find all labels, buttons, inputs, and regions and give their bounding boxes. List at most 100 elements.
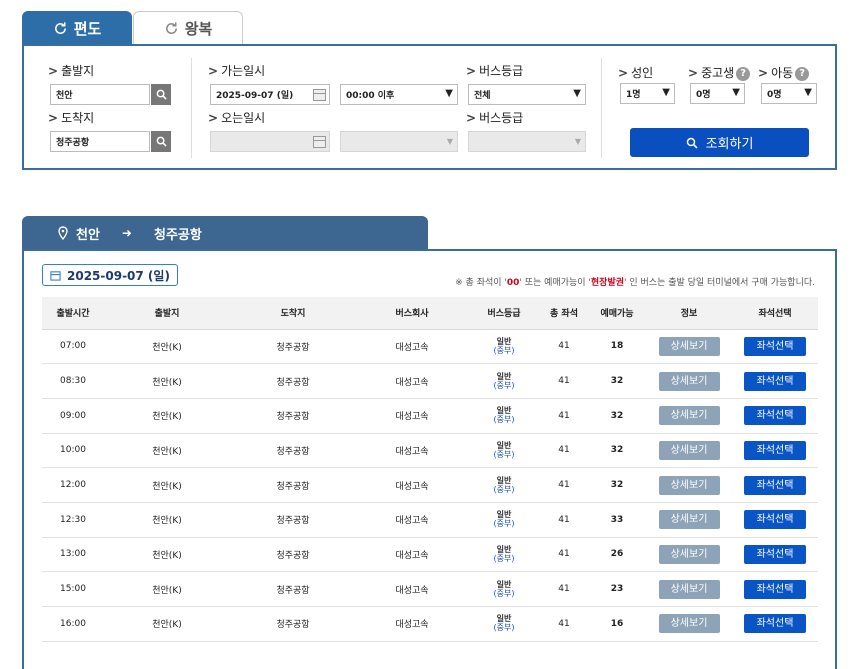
total-seats: 41: [540, 502, 588, 538]
detail-button[interactable]: 상세보기: [658, 544, 720, 564]
tab-oneway-label: 편도: [73, 19, 102, 38]
detail-button[interactable]: 상세보기: [658, 371, 720, 391]
seat-cell: 좌석선택: [732, 433, 818, 469]
depart-search-button[interactable]: [151, 84, 171, 105]
detail-button[interactable]: 상세보기: [658, 440, 720, 460]
departure-time: 12:00: [42, 467, 104, 503]
chevron-down-icon: ▼: [732, 87, 740, 98]
calendar-icon[interactable]: [313, 89, 326, 101]
chevron-down-icon: ▼: [662, 87, 670, 98]
select-seat-button[interactable]: 좌석선택: [744, 336, 806, 356]
tab-roundtrip-label: 왕복: [184, 20, 213, 38]
info-cell: 상세보기: [646, 398, 732, 434]
chevron-down-icon: ▼: [445, 88, 453, 99]
select-seat-button[interactable]: 좌석선택: [744, 371, 806, 391]
departure-time: 16:00: [42, 606, 104, 642]
search-icon: [686, 137, 698, 149]
total-seats: 41: [540, 398, 588, 434]
departure-time: 12:30: [42, 502, 104, 538]
arrive-search-button[interactable]: [151, 131, 171, 152]
detail-button[interactable]: 상세보기: [658, 579, 720, 599]
bus-company: 대성고속: [356, 363, 468, 399]
depart-label: > 출발지: [48, 64, 95, 78]
departure-terminal: 천안(K): [104, 467, 230, 503]
available-seats: 23: [588, 571, 646, 607]
seat-cell: 좌석선택: [732, 398, 818, 434]
select-seat-button[interactable]: 좌석선택: [744, 510, 806, 530]
column-header: 예매가능: [588, 297, 646, 330]
table-row: 09:00 천안(K) 청주공항 대성고속 일반 (중부) 41 32 상세보기 좌석선택: [42, 398, 818, 434]
youth-label: > 중고생?: [688, 64, 751, 81]
column-header: 좌석선택: [732, 297, 818, 330]
grade-top: 일반: [496, 579, 512, 589]
grade-top: 일반: [496, 544, 512, 554]
arrive-input[interactable]: 청주공항: [50, 131, 150, 152]
youth-value: 0명: [696, 90, 711, 100]
bus-grade-select[interactable]: 전체 ▼: [468, 84, 586, 105]
detail-button[interactable]: 상세보기: [658, 475, 720, 495]
grade-bottom: (중부): [493, 588, 515, 598]
search-submit-label: 조회하기: [705, 137, 754, 152]
help-icon[interactable]: ?: [795, 66, 810, 81]
adult-value: 1명: [626, 90, 641, 100]
bus-company: 대성고속: [356, 502, 468, 538]
select-seat-button[interactable]: 좌석선택: [744, 614, 806, 634]
select-seat-button[interactable]: 좌석선택: [744, 579, 806, 599]
tab-roundtrip[interactable]: 왕복: [133, 11, 243, 45]
detail-button[interactable]: 상세보기: [658, 406, 720, 426]
bus-grade: 일반 (중부): [468, 537, 540, 573]
go-time-select[interactable]: 00:00 이후 ▼: [340, 84, 458, 105]
departure-terminal: 천안(K): [104, 363, 230, 399]
bus-grade: 일반 (중부): [468, 329, 540, 365]
table-row: 07:00 천안(K) 청주공항 대성고속 일반 (중부) 41 18 상세보기 좌석선택: [42, 329, 818, 365]
go-date-label: > 가는일시: [208, 64, 266, 78]
route-from: 천안: [76, 227, 100, 243]
child-select[interactable]: 0명 ▼: [761, 83, 817, 104]
schedule-table: 출발시간 출발지 도착지 버스회사 버스등급 총 좌석 예매가능 정보 좌석선택 07:00 천안…: [42, 297, 818, 642]
info-cell: 상세보기: [646, 363, 732, 399]
divider: [601, 58, 602, 158]
calendar-icon: [50, 270, 61, 281]
available-seats: 32: [588, 398, 646, 434]
tab-oneway[interactable]: 편도: [22, 11, 132, 45]
departure-terminal: 천안(K): [104, 571, 230, 607]
bus-grade: 일반 (중부): [468, 467, 540, 503]
chevron-down-icon: ▼: [804, 87, 812, 98]
select-seat-button[interactable]: 좌석선택: [744, 440, 806, 460]
arrival-terminal: 청주공항: [230, 363, 356, 399]
search-panel: > 출발지 천안 > 도착지 청주공항 > 가는일시 2025-09-07 (일) 0…: [22, 44, 837, 170]
select-seat-button[interactable]: 좌석선택: [744, 406, 806, 426]
arrival-terminal: 청주공항: [230, 606, 356, 642]
result-date-value: 2025-09-07 (일): [67, 268, 170, 283]
column-header: 정보: [646, 297, 732, 330]
column-header: 출발지: [104, 297, 230, 330]
grade-top: 일반: [496, 371, 512, 381]
search-submit-button[interactable]: 조회하기: [630, 128, 809, 157]
departure-time: 09:00: [42, 398, 104, 434]
adult-select[interactable]: 1명 ▼: [620, 83, 675, 104]
departure-time: 08:30: [42, 363, 104, 399]
go-date-input[interactable]: 2025-09-07 (일): [210, 84, 330, 105]
detail-button[interactable]: 상세보기: [658, 614, 720, 634]
select-seat-button[interactable]: 좌석선택: [744, 475, 806, 495]
depart-input[interactable]: 천안: [50, 84, 150, 105]
help-icon[interactable]: ?: [736, 66, 751, 81]
column-header: 총 좌석: [540, 297, 588, 330]
detail-button[interactable]: 상세보기: [658, 336, 720, 356]
select-seat-button[interactable]: 좌석선택: [744, 544, 806, 564]
grade-top: 일반: [496, 475, 512, 485]
bus-grade-value: 전체: [474, 91, 491, 101]
bus-grade: 일반 (중부): [468, 571, 540, 607]
return-time-select: ▼: [340, 131, 458, 152]
info-cell: 상세보기: [646, 606, 732, 642]
arrival-terminal: 청주공항: [230, 537, 356, 573]
youth-select[interactable]: 0명 ▼: [690, 83, 745, 104]
detail-button[interactable]: 상세보기: [658, 510, 720, 530]
return-date-input: [210, 131, 330, 152]
column-header: 도착지: [230, 297, 356, 330]
info-cell: 상세보기: [646, 502, 732, 538]
grade-top: 일반: [496, 406, 512, 416]
arrival-terminal: 청주공항: [230, 571, 356, 607]
info-cell: 상세보기: [646, 433, 732, 469]
seat-cell: 좌석선택: [732, 606, 818, 642]
